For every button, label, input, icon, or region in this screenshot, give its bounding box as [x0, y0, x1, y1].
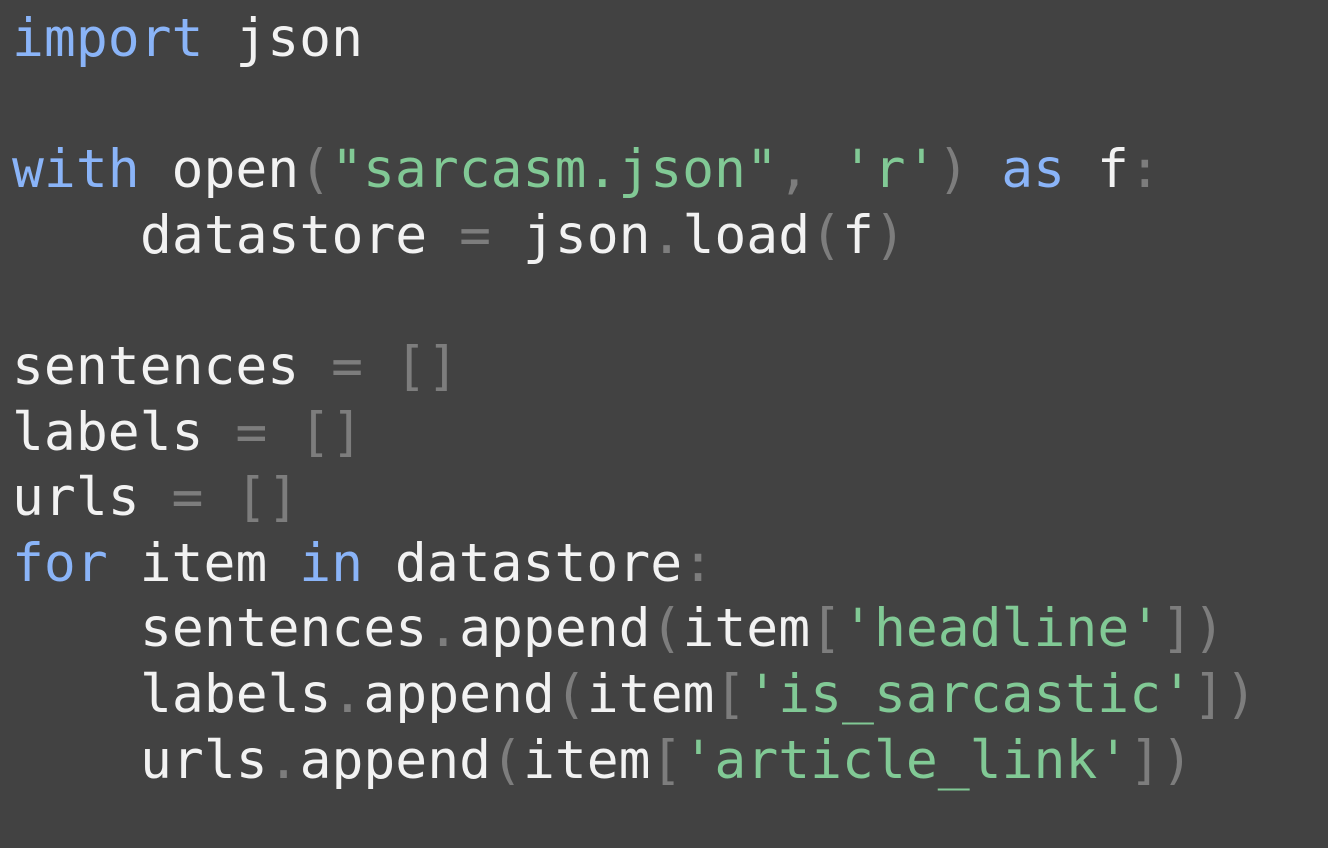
code-identifier: sentences: [12, 335, 300, 397]
code-string: 'is_sarcastic': [746, 663, 1194, 725]
code-punctuation: ]): [1161, 598, 1225, 660]
code-punctuation: .: [427, 598, 460, 660]
code-punctuation: ]): [1129, 729, 1194, 791]
code-identifier: append: [459, 598, 651, 660]
code-identifier: f: [842, 204, 874, 266]
code-punctuation: (: [491, 729, 523, 791]
code-keyword: for: [12, 532, 108, 594]
code-line-7: labels = []: [12, 400, 1328, 466]
code-line-10: sentences.append(item['headline']): [12, 596, 1328, 662]
code-punctuation: ,: [777, 139, 842, 201]
code-punctuation: .: [650, 204, 683, 266]
code-identifier: labels: [12, 401, 204, 463]
code-identifier: item: [586, 663, 715, 725]
code-punctuation: :: [682, 532, 715, 594]
code-line-4: datastore = json.load(f): [12, 203, 1328, 269]
code-identifier: [969, 139, 1001, 200]
code-punctuation: [: [810, 598, 843, 660]
code-string: 'article_link': [682, 729, 1130, 791]
code-identifier: open: [139, 139, 300, 201]
code-identifier: item: [522, 729, 651, 791]
code-identifier: item: [682, 598, 811, 660]
code-string: 'r': [841, 139, 938, 201]
code-string: 'headline': [842, 598, 1162, 660]
code-punctuation: = []: [139, 467, 300, 529]
code-punctuation: ): [873, 204, 906, 266]
code-punctuation: ]): [1193, 663, 1257, 725]
code-identifier: json: [203, 8, 363, 69]
code-identifier: datastore: [140, 204, 428, 266]
code-identifier: datastore: [363, 532, 683, 594]
code-line-9: for item in datastore:: [12, 531, 1328, 597]
code-line-1: import json: [12, 6, 1328, 72]
code-line-3: with open("sarcasm.json", 'r') as f:: [12, 137, 1328, 203]
code-punctuation: [: [650, 729, 683, 791]
code-keyword: as: [1001, 139, 1066, 201]
code-identifier: json: [522, 204, 651, 266]
code-keyword: with: [12, 139, 140, 201]
code-punctuation: (: [810, 204, 843, 266]
code-punctuation: [: [714, 663, 747, 725]
code-punctuation: = []: [299, 335, 459, 397]
code-keyword: import: [12, 8, 204, 69]
code-identifier: sentences: [140, 598, 428, 660]
code-line-8: urls = []: [12, 465, 1328, 531]
code-identifier: urls: [140, 729, 268, 791]
code-punctuation: .: [267, 729, 300, 791]
code-keyword: in: [299, 532, 364, 594]
code-punctuation: ): [937, 139, 970, 201]
code-punctuation: (: [554, 663, 587, 725]
code-line-11: labels.append(item['is_sarcastic']): [12, 662, 1328, 728]
code-identifier: urls: [12, 467, 140, 529]
code-identifier: append: [363, 663, 555, 725]
code-identifier: append: [299, 729, 492, 791]
code-punctuation: = []: [203, 401, 363, 463]
code-line-6: sentences = []: [12, 334, 1328, 400]
code-punctuation: =: [427, 204, 523, 266]
code-punctuation: :: [1128, 139, 1161, 201]
code-identifier: item: [107, 532, 300, 594]
code-identifier: load: [682, 204, 811, 266]
code-identifier: f: [1065, 139, 1129, 201]
code-line-12: urls.append(item['article_link']): [12, 728, 1328, 794]
code-punctuation: (: [299, 139, 332, 201]
code-identifier: labels: [140, 663, 332, 725]
code-string: "sarcasm.json": [331, 139, 778, 201]
code-punctuation: .: [331, 663, 364, 725]
code-punctuation: (: [650, 598, 683, 660]
code-editor: import json with open("sarcasm.json", 'r…: [0, 0, 1328, 848]
